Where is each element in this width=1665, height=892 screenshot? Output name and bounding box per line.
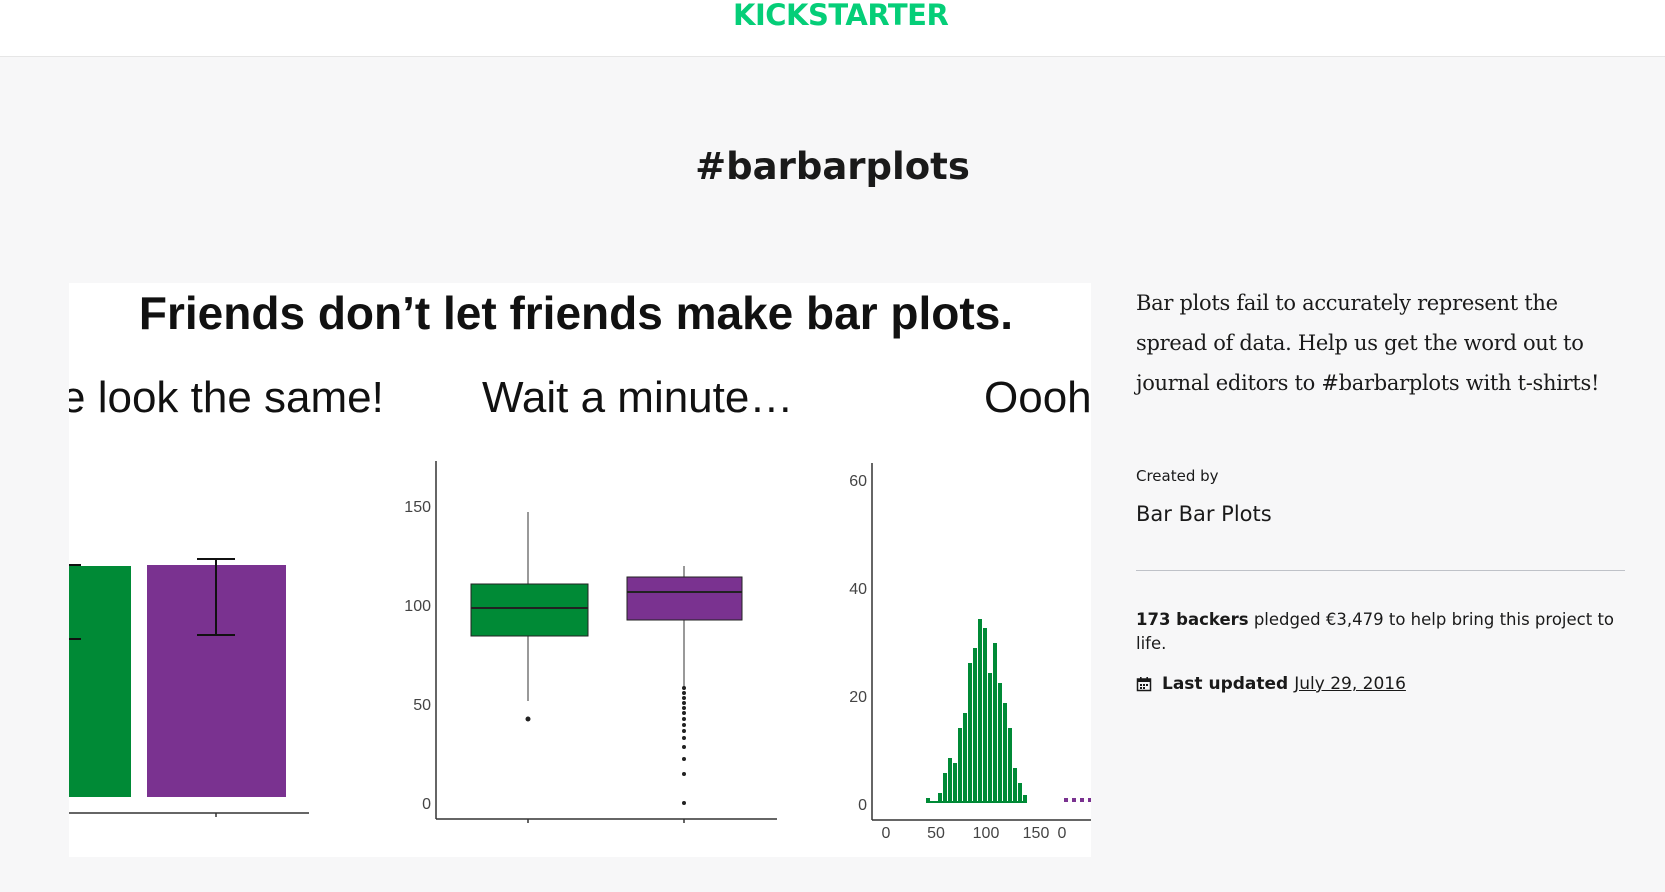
project-sidebar: Bar plots fail to accurately represent t…: [1136, 283, 1626, 403]
bar-green: [69, 566, 131, 797]
svg-text:0: 0: [1058, 825, 1067, 842]
backers-count: 173 backers: [1136, 610, 1249, 629]
project-blurb: Bar plots fail to accurately represent t…: [1136, 291, 1600, 395]
svg-text:50: 50: [413, 697, 431, 714]
bar-plot-panel: [69, 558, 309, 817]
last-updated-label: Last updated: [1162, 674, 1289, 694]
svg-text:0: 0: [422, 796, 431, 813]
svg-text:50: 50: [927, 825, 945, 842]
funding-stats: 173 backers pledged €3,479 to help bring…: [1136, 608, 1626, 656]
last-updated: Last updated July 29, 2016: [1136, 674, 1406, 694]
svg-text:20: 20: [849, 689, 867, 706]
barbarplots-illustration: Friends don’t let friends make bar plots…: [69, 283, 1091, 857]
svg-text:0: 0: [858, 797, 867, 814]
image-headline: Friends don’t let friends make bar plots…: [139, 287, 1013, 339]
svg-text:150: 150: [1023, 825, 1050, 842]
panel-title-1: e look the same!: [69, 373, 384, 422]
svg-text:0: 0: [882, 825, 891, 842]
last-updated-date-link[interactable]: July 29, 2016: [1294, 674, 1406, 694]
panel-title-2: Wait a minute…: [482, 373, 793, 422]
created-by-label: Created by: [1136, 467, 1219, 485]
project-image[interactable]: Friends don’t let friends make bar plots…: [69, 283, 1091, 857]
divider: [1136, 570, 1625, 571]
svg-text:100: 100: [404, 598, 431, 615]
box-green: [470, 583, 589, 637]
svg-text:150: 150: [404, 499, 431, 516]
svg-text:40: 40: [849, 581, 867, 598]
box-purple: [626, 576, 743, 621]
svg-text:60: 60: [849, 473, 867, 490]
project-title: #barbarplots: [695, 145, 970, 188]
kickstarter-logo[interactable]: KICKSTARTER: [733, 0, 949, 30]
svg-text:100: 100: [973, 825, 1000, 842]
top-bar: KICKSTARTER: [0, 0, 1665, 57]
creator-name-link[interactable]: Bar Bar Plots: [1136, 502, 1272, 526]
calendar-icon: [1136, 676, 1152, 692]
panel-title-3: Oooh: [984, 373, 1091, 422]
